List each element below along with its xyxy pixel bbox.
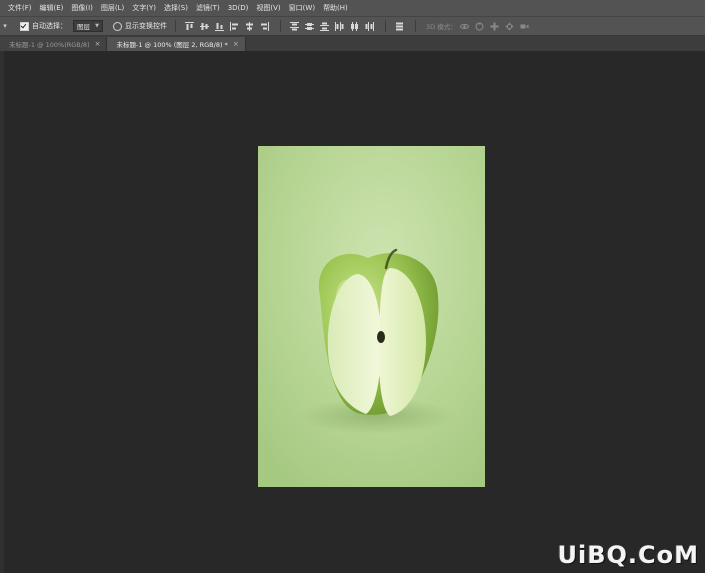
orbit-3d-icon[interactable] — [459, 22, 469, 31]
align-vertical-centers-icon[interactable] — [200, 22, 209, 31]
distribute-bottom-icon[interactable] — [320, 22, 329, 31]
watermark-logo: UiBQ.CoM — [557, 541, 699, 569]
roll-3d-icon[interactable] — [475, 22, 484, 31]
distribute-vertical-centers-icon[interactable] — [305, 22, 314, 31]
document-tab-bar: 未标题-1 @ 100%(RGB/8) × 未标题-1 @ 100% (图层 2… — [0, 36, 705, 51]
menu-bar: 文件(F) 编辑(E) 图像(I) 图层(L) 文字(Y) 选择(S) 滤镜(T… — [0, 0, 705, 16]
document-tab-2-active[interactable]: 未标题-1 @ 100% (图层 2, RGB/8) * × — [107, 37, 246, 51]
align-buttons — [182, 21, 272, 31]
show-transform-label: 显示变换控件 — [125, 22, 167, 30]
separator — [175, 20, 176, 32]
close-icon[interactable]: × — [95, 40, 101, 48]
3d-mode-label: 3D 模式： — [426, 23, 457, 31]
document-tab-1[interactable]: 未标题-1 @ 100%(RGB/8) × — [0, 37, 108, 51]
align-left-edges-icon[interactable] — [230, 21, 239, 31]
slide-3d-icon[interactable] — [505, 22, 514, 31]
auto-align-layers-icon[interactable] — [395, 22, 404, 31]
align-horizontal-centers-icon[interactable] — [245, 21, 254, 31]
menu-3d[interactable]: 3D(D) — [224, 0, 253, 16]
align-bottom-edges-icon[interactable] — [215, 22, 224, 31]
menu-layer[interactable]: 图层(L) — [97, 0, 128, 16]
document-canvas[interactable] — [258, 146, 485, 487]
auto-select-target-dropdown[interactable]: 图层 ▼ — [73, 20, 103, 32]
pan-3d-icon[interactable] — [490, 22, 499, 31]
distribute-top-icon[interactable] — [290, 21, 299, 31]
separator — [280, 20, 281, 32]
separator — [415, 20, 416, 32]
menu-select[interactable]: 选择(S) — [160, 0, 192, 16]
menu-window[interactable]: 窗口(W) — [285, 0, 319, 16]
show-transform-checkbox[interactable] — [113, 21, 122, 31]
distribute-horizontal-centers-icon[interactable] — [350, 21, 359, 31]
chevron-down-icon: ▼ — [95, 23, 99, 29]
menu-type[interactable]: 文字(Y) — [128, 0, 160, 16]
green-apple-image — [258, 146, 485, 487]
menu-help[interactable]: 帮助(H) — [319, 0, 352, 16]
auto-select-target-value: 图层 — [77, 23, 90, 31]
menu-view[interactable]: 视图(V) — [252, 0, 284, 16]
distribute-buttons — [287, 21, 377, 31]
options-bar: ▾ 自动选择： 图层 ▼ 显示变换控件 3D 模式： — [0, 16, 705, 36]
move-tool-chevron-icon[interactable]: ▾ — [0, 22, 10, 30]
menu-file[interactable]: 文件(F) — [4, 0, 36, 16]
scale-3d-icon[interactable] — [520, 22, 529, 31]
separator — [385, 20, 386, 32]
close-icon[interactable]: × — [233, 40, 239, 48]
menu-filter[interactable]: 滤镜(T) — [192, 0, 224, 16]
document-tab-title: 未标题-1 @ 100% (图层 2, RGB/8) * — [116, 41, 228, 49]
align-top-edges-icon[interactable] — [185, 21, 194, 31]
menu-image[interactable]: 图像(I) — [67, 0, 97, 16]
distribute-right-icon[interactable] — [365, 21, 374, 31]
menu-edit[interactable]: 编辑(E) — [36, 0, 68, 16]
document-tab-title: 未标题-1 @ 100%(RGB/8) — [9, 41, 90, 49]
auto-select-checkbox[interactable] — [20, 21, 29, 31]
auto-select-label: 自动选择： — [32, 22, 67, 30]
distribute-left-icon[interactable] — [335, 21, 344, 31]
align-right-edges-icon[interactable] — [260, 21, 269, 31]
